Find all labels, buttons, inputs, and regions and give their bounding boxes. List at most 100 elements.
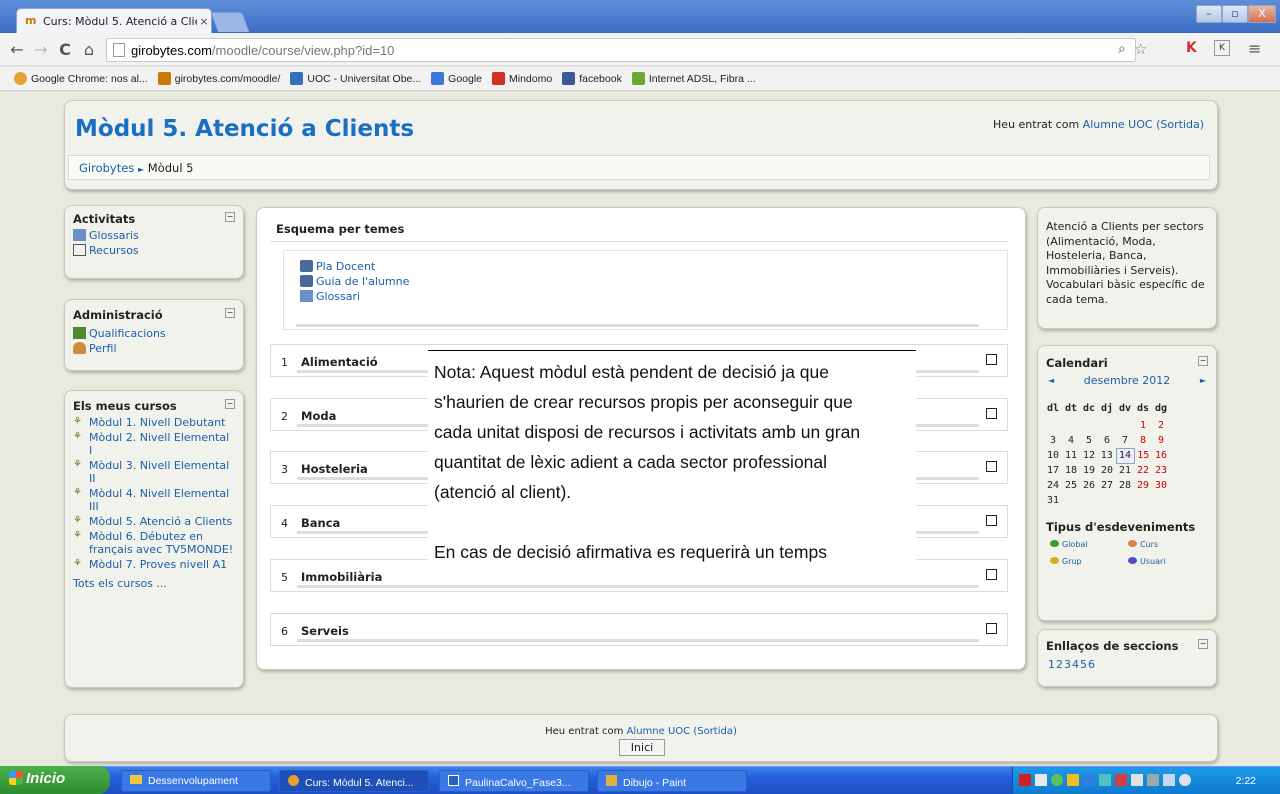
taskbar-item[interactable]: PaulinaCalvo_Fase3...	[439, 770, 589, 792]
calendar-day[interactable]: 21	[1116, 463, 1134, 478]
course-link[interactable]: Mòdul 7. Proves nivell A1	[89, 558, 227, 571]
bookmark-item[interactable]: girobytes.com/moodle/	[157, 72, 280, 85]
course-item[interactable]: ⚘ Mòdul 5. Atenció a Clients	[65, 514, 243, 529]
calendar-day[interactable]: 27	[1098, 478, 1116, 493]
extension-k2-icon[interactable]: K	[1214, 40, 1230, 56]
resource-item[interactable]: Pla Docent	[284, 251, 1007, 274]
resource-link[interactable]: Glossari	[316, 290, 360, 303]
star-icon[interactable]: ☆	[1134, 40, 1147, 58]
bookmark-item[interactable]: Internet ADSL, Fibra ...	[631, 72, 756, 85]
home-button[interactable]: Inici	[619, 739, 665, 756]
resource-link[interactable]: Guia de l'alumne	[316, 275, 409, 288]
calendar-day[interactable]: 28	[1116, 478, 1134, 493]
next-month-icon[interactable]: ►	[1200, 374, 1206, 388]
section-toggle-icon[interactable]	[986, 461, 997, 472]
calendar-day[interactable]: 22	[1134, 463, 1152, 478]
section-toggle-icon[interactable]	[986, 515, 997, 526]
course-link[interactable]: Mòdul 2. Nivell Elemental I	[89, 431, 235, 457]
bookmark-item[interactable]: Google Chrome: nos al...	[14, 72, 148, 85]
course-link[interactable]: Mòdul 4. Nivell Elemental III	[89, 487, 235, 513]
tray-icon[interactable]	[1067, 774, 1079, 786]
event-global[interactable]: Global	[1050, 540, 1128, 549]
collapse-icon[interactable]: −	[225, 212, 235, 222]
activity-link[interactable]: Recursos	[89, 244, 139, 257]
admin-link[interactable]: Perfil	[89, 342, 117, 355]
course-link[interactable]: Mòdul 5. Atenció a Clients	[89, 515, 232, 528]
calendar-day[interactable]: 25	[1062, 478, 1080, 493]
collapse-icon[interactable]: −	[1198, 639, 1208, 649]
extension-k-icon[interactable]: K	[1186, 40, 1197, 56]
bookmark-item[interactable]: facebook	[562, 72, 622, 85]
resource-item[interactable]: Guia de l'alumne	[284, 274, 1007, 289]
logout-link[interactable]: (Sortida)	[1156, 118, 1204, 131]
course-link[interactable]: Mòdul 3. Nivell Elemental II	[89, 459, 235, 485]
menu-icon[interactable]: ≡	[1248, 39, 1261, 58]
activity-link[interactable]: Glossaris	[89, 229, 139, 242]
calendar-day[interactable]: 15	[1134, 448, 1152, 463]
calendar-month[interactable]: desembre 2012	[1084, 374, 1171, 388]
close-button[interactable]: X	[1248, 5, 1276, 23]
volume-icon[interactable]	[1131, 774, 1143, 786]
maximize-button[interactable]: ▫	[1222, 5, 1248, 23]
course-item[interactable]: ⚘ Mòdul 2. Nivell Elemental I	[65, 430, 243, 458]
event-user[interactable]: Usuari	[1128, 557, 1206, 566]
reload-icon[interactable]: C	[56, 41, 74, 59]
calendar-day[interactable]: 19	[1080, 463, 1098, 478]
taskbar-item[interactable]: Dibujo - Paint	[597, 770, 747, 792]
section-link[interactable]: 2	[1056, 658, 1063, 671]
bookmark-item[interactable]: Mindomo	[492, 72, 552, 85]
footer-user-link[interactable]: Alumne UOC	[627, 726, 691, 737]
tray-icon[interactable]	[1115, 774, 1127, 786]
section-toggle-icon[interactable]	[986, 623, 997, 634]
calendar-day[interactable]: 23	[1152, 463, 1170, 478]
calendar-day[interactable]: 3	[1044, 433, 1062, 448]
calendar-day[interactable]: 16	[1152, 448, 1170, 463]
taskbar-item[interactable]: Dessenvolupament	[121, 770, 271, 792]
calendar-day[interactable]: 1	[1134, 418, 1152, 433]
tray-icon[interactable]	[1051, 774, 1063, 786]
network-icon[interactable]	[1147, 774, 1159, 786]
user-link[interactable]: Alumne UOC	[1083, 118, 1153, 131]
event-group[interactable]: Grup	[1050, 557, 1128, 566]
bookmark-item[interactable]: UOC - Universitat Obe...	[290, 72, 421, 85]
section-link[interactable]: 3	[1064, 658, 1071, 671]
calendar-day[interactable]: 10	[1044, 448, 1062, 463]
resource-item[interactable]: Glossari	[284, 289, 1007, 304]
collapse-icon[interactable]: −	[225, 399, 235, 409]
minimize-button[interactable]: –	[1196, 5, 1222, 23]
section-link[interactable]: 5	[1080, 658, 1087, 671]
calendar-day[interactable]: 14	[1115, 447, 1135, 464]
tray-icon[interactable]	[1035, 774, 1047, 786]
course-item[interactable]: ⚘ Mòdul 1. Nivell Debutant	[65, 415, 243, 430]
calendar-day[interactable]: 8	[1134, 433, 1152, 448]
back-icon[interactable]: ←	[8, 41, 26, 59]
section-toggle-icon[interactable]	[986, 569, 997, 580]
calendar-day[interactable]: 7	[1116, 433, 1134, 448]
calendar-day[interactable]: 18	[1062, 463, 1080, 478]
course-link[interactable]: Mòdul 1. Nivell Debutant	[89, 416, 225, 429]
tray-icon[interactable]	[1179, 774, 1191, 786]
resource-link[interactable]: Pla Docent	[316, 260, 375, 273]
section-toggle-icon[interactable]	[986, 408, 997, 419]
event-course[interactable]: Curs	[1128, 540, 1206, 549]
calendar-day[interactable]: 2	[1152, 418, 1170, 433]
browser-tab[interactable]: m Curs: Mòdul 5. Atenció a Clie ×	[16, 8, 212, 33]
calendar-day[interactable]: 13	[1098, 448, 1116, 463]
tray-icon[interactable]	[1099, 774, 1111, 786]
section-toggle-icon[interactable]	[986, 354, 997, 365]
calendar-day[interactable]: 9	[1152, 433, 1170, 448]
taskbar-item[interactable]: Curs: Mòdul 5. Atenci...	[279, 770, 429, 792]
collapse-icon[interactable]: −	[1198, 356, 1208, 366]
prev-month-icon[interactable]: ◄	[1048, 374, 1054, 388]
calendar-day[interactable]: 5	[1080, 433, 1098, 448]
calendar-day[interactable]: 30	[1152, 478, 1170, 493]
breadcrumb-root[interactable]: Girobytes	[79, 161, 134, 175]
all-courses-link[interactable]: Tots els cursos ...	[73, 577, 167, 590]
calendar-day[interactable]: 20	[1098, 463, 1116, 478]
calendar-day[interactable]: 29	[1134, 478, 1152, 493]
course-item[interactable]: ⚘ Mòdul 3. Nivell Elemental II	[65, 458, 243, 486]
course-item[interactable]: ⚘ Mòdul 4. Nivell Elemental III	[65, 486, 243, 514]
forward-icon[interactable]: →	[32, 41, 50, 59]
address-bar[interactable]: girobytes.com/moodle/course/view.php?id=…	[106, 38, 1136, 62]
bookmark-item[interactable]: Google	[431, 72, 482, 85]
